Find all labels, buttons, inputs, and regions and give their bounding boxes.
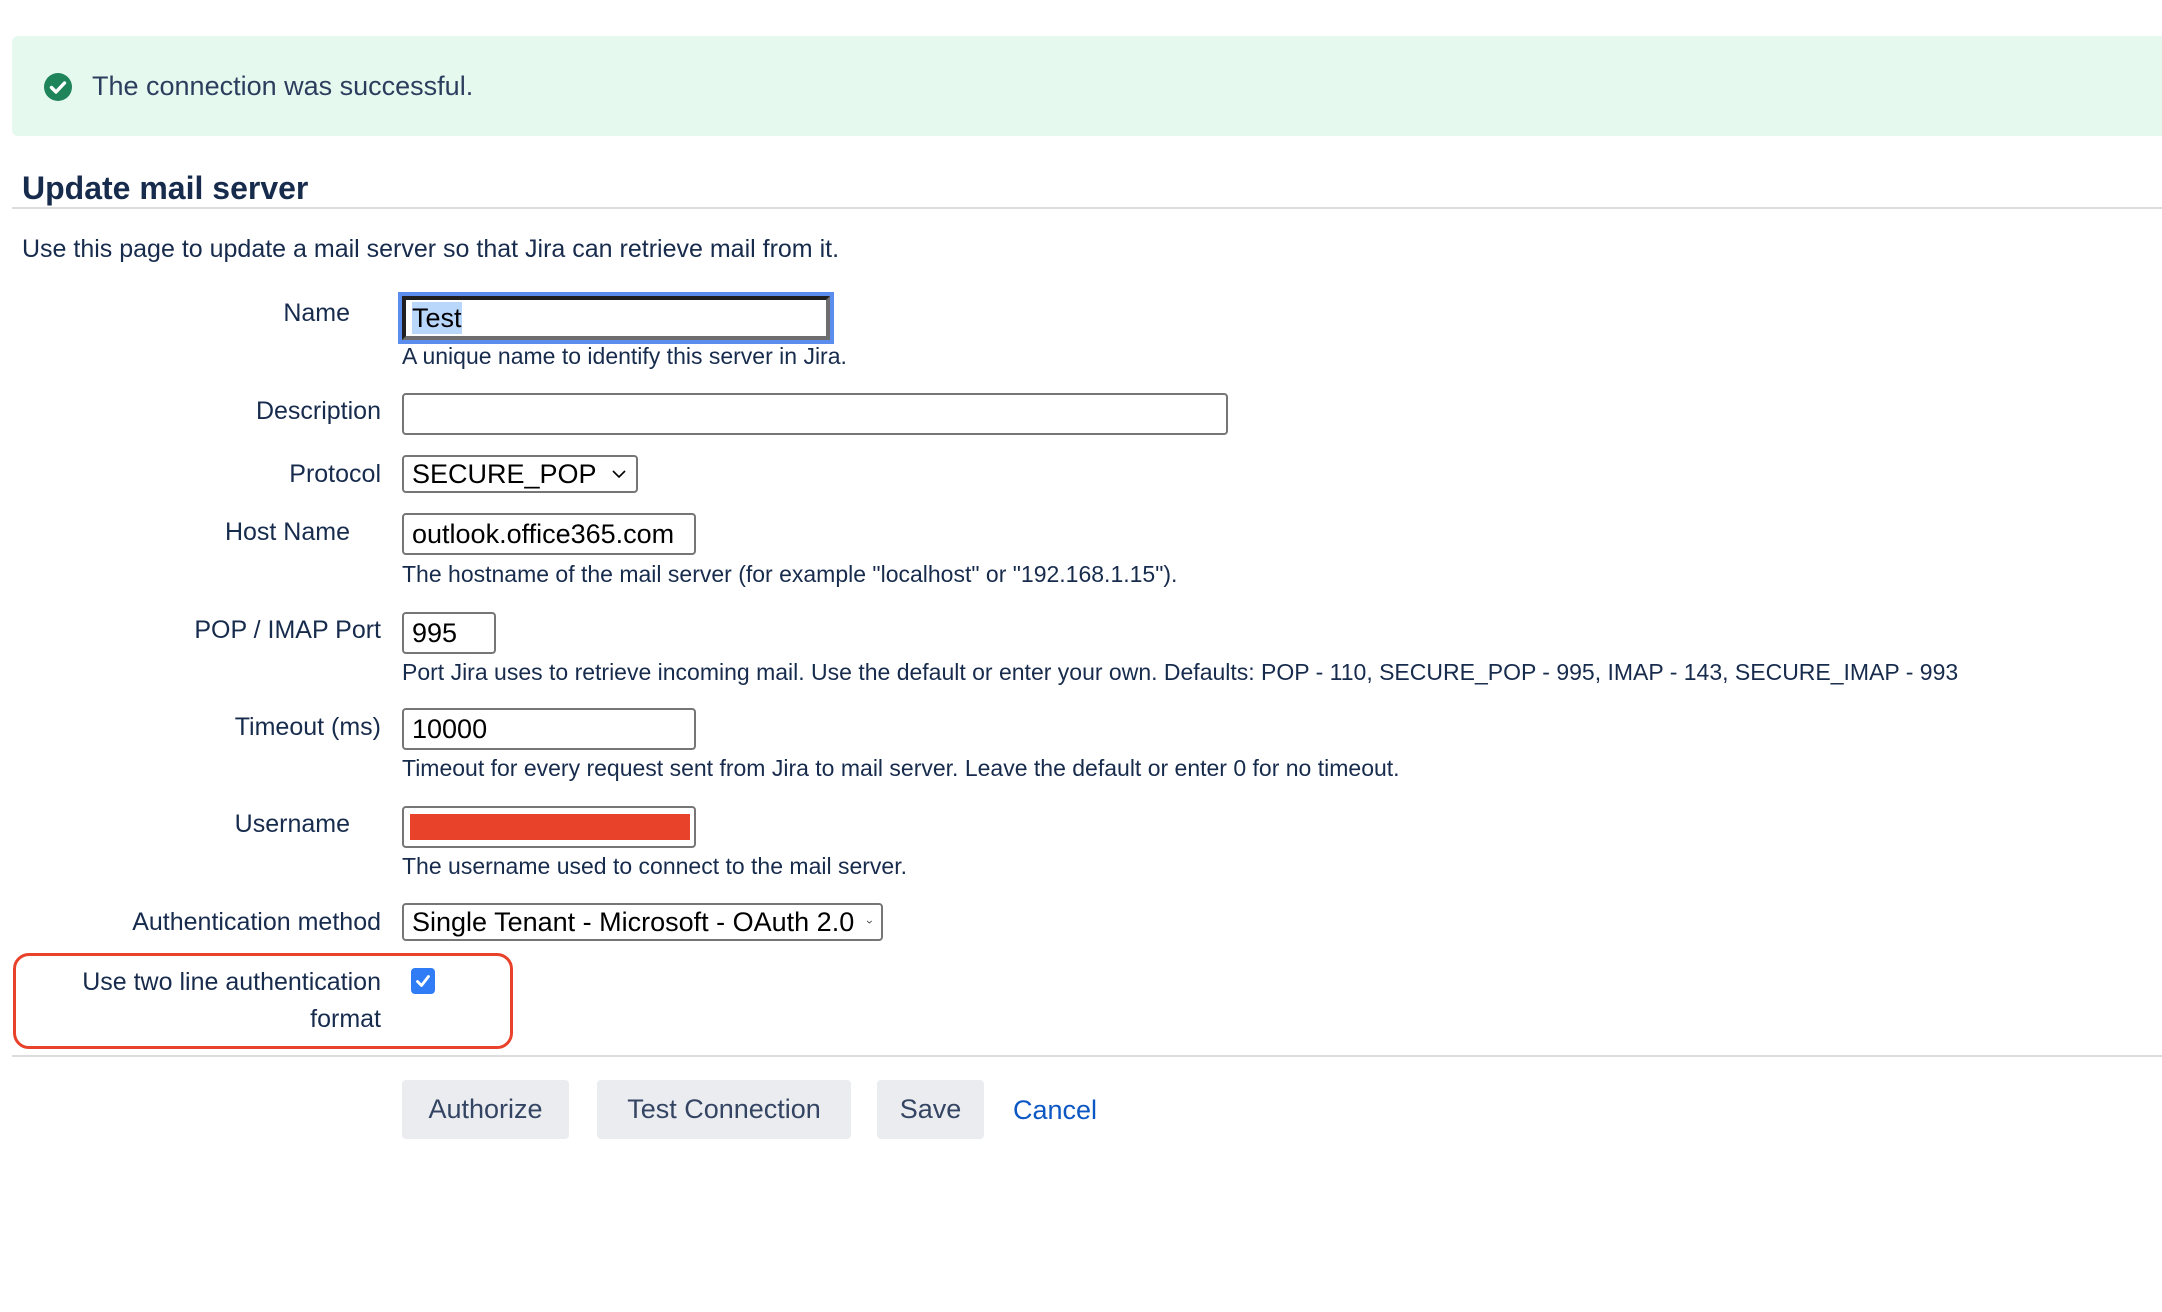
auth-method-label: Authentication method [132, 908, 381, 936]
description-input[interactable] [402, 393, 1228, 435]
authorize-button[interactable]: Authorize [402, 1080, 569, 1139]
port-value: 995 [412, 618, 458, 648]
banner-message: The connection was successful. [92, 71, 474, 101]
protocol-label: Protocol [289, 460, 381, 488]
timeout-label: Timeout (ms) [234, 713, 381, 741]
username-input[interactable] [402, 806, 696, 848]
two-line-auth-label: Use two line authentication format [82, 964, 381, 1038]
form-divider [12, 1055, 2162, 1057]
port-label: POP / IMAP Port [194, 616, 381, 644]
protocol-value: SECURE_POP [412, 459, 597, 489]
page-intro: Use this page to update a mail server so… [22, 235, 840, 263]
port-help: Port Jira uses to retrieve incoming mail… [402, 659, 1959, 685]
title-divider [12, 207, 2162, 209]
name-input[interactable]: Test [398, 292, 834, 344]
username-label: Username [234, 810, 350, 838]
description-label: Description [255, 397, 381, 425]
timeout-value: 10000 [412, 714, 488, 744]
host-help: The hostname of the mail server (for exa… [402, 561, 1178, 587]
chevron-down-icon [612, 470, 626, 479]
test-connection-button[interactable]: Test Connection [597, 1080, 851, 1139]
chevron-down-icon [867, 920, 873, 924]
timeout-help: Timeout for every request sent from Jira… [402, 755, 1400, 781]
name-label: Name [283, 299, 350, 327]
username-help: The username used to connect to the mail… [402, 853, 907, 879]
port-input[interactable]: 995 [402, 612, 496, 654]
redacted-value [410, 814, 690, 840]
host-value: outlook.office365.com [412, 519, 675, 549]
page-title: Update mail server [22, 170, 309, 206]
save-button[interactable]: Save [877, 1080, 984, 1139]
cancel-link[interactable]: Cancel [1013, 1092, 1097, 1128]
auth-method-select[interactable]: Single Tenant - Microsoft - OAuth 2.0 [402, 903, 883, 941]
protocol-select[interactable]: SECURE_POP [402, 455, 638, 493]
auth-method-value: Single Tenant - Microsoft - OAuth 2.0 [412, 907, 855, 937]
host-input[interactable]: outlook.office365.com [402, 513, 696, 555]
checkmark-icon [416, 975, 430, 987]
two-line-auth-label-line1: Use two line authentication [82, 968, 381, 996]
two-line-auth-checkbox[interactable] [411, 968, 435, 994]
name-help: A unique name to identify this server in… [402, 343, 847, 369]
name-value: Test [412, 302, 462, 334]
host-label: Host Name [224, 518, 350, 546]
two-line-auth-label-line2: format [310, 1005, 381, 1033]
check-circle-icon [44, 73, 72, 101]
timeout-input[interactable]: 10000 [402, 708, 696, 750]
